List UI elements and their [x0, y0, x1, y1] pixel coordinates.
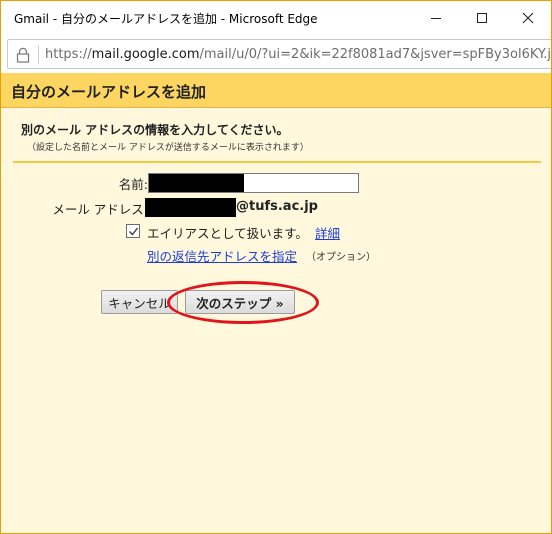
url-host: mail.google.com	[91, 47, 200, 62]
maximize-icon	[477, 13, 487, 23]
close-icon	[522, 12, 534, 24]
header-divider	[1, 107, 551, 108]
redacted-name	[149, 174, 244, 192]
title-bar[interactable]: Gmail - 自分のメールアドレスを追加 - Microsoft Edge	[1, 1, 551, 35]
url-field[interactable]: https://mail.google.com/mail/u/0/?ui=2&i…	[7, 39, 551, 69]
url-prefix: https://	[45, 47, 92, 62]
reply-to-address-link[interactable]: 別の返信先アドレスを指定	[147, 246, 297, 265]
address-divider	[38, 45, 39, 64]
next-step-button[interactable]: 次のステップ »	[185, 290, 295, 314]
dialog-header: 自分のメールアドレスを追加	[1, 73, 551, 107]
name-label: 名前:	[118, 177, 148, 192]
optional-note: （オプション）	[306, 252, 376, 263]
minimize-icon	[431, 18, 441, 19]
browser-popup-window: Gmail - 自分のメールアドレスを追加 - Microsoft Edge h…	[0, 0, 552, 534]
dialog-title: 自分のメールアドレスを追加	[11, 83, 207, 101]
alias-checkbox-label[interactable]: エイリアスとして扱います。	[147, 223, 308, 242]
maximize-button[interactable]	[459, 1, 505, 35]
name-input[interactable]	[148, 173, 359, 193]
redacted-email-user	[145, 198, 236, 217]
address-bar: https://mail.google.com/mail/u/0/?ui=2&i…	[1, 35, 551, 73]
url-path: /mail/u/0/?ui=2&ik=22f8081ad7&jsver=spFB…	[199, 47, 551, 62]
alias-checkbox[interactable]	[126, 224, 140, 238]
cancel-button[interactable]: キャンセル	[101, 290, 178, 314]
lock-icon[interactable]	[16, 47, 30, 63]
email-domain: @tufs.ac.jp	[236, 199, 318, 214]
details-link[interactable]: 詳細	[315, 223, 340, 242]
url-text[interactable]: https://mail.google.com/mail/u/0/?ui=2&i…	[45, 47, 551, 62]
dialog-body: 別のメール アドレスの情報を入力してください。 （設定した名前とメール アドレス…	[9, 113, 545, 533]
section-note: （設定した名前とメール アドレスが送信するメールに表示されます）	[27, 143, 309, 153]
section-title: 別のメール アドレスの情報を入力してください。	[21, 123, 289, 137]
window-title: Gmail - 自分のメールアドレスを追加 - Microsoft Edge	[14, 12, 318, 26]
checkmark-icon	[129, 227, 139, 236]
section-divider	[13, 161, 541, 163]
close-button[interactable]	[505, 1, 551, 35]
minimize-button[interactable]	[413, 1, 459, 35]
email-label: メール アドレス:	[52, 202, 148, 217]
